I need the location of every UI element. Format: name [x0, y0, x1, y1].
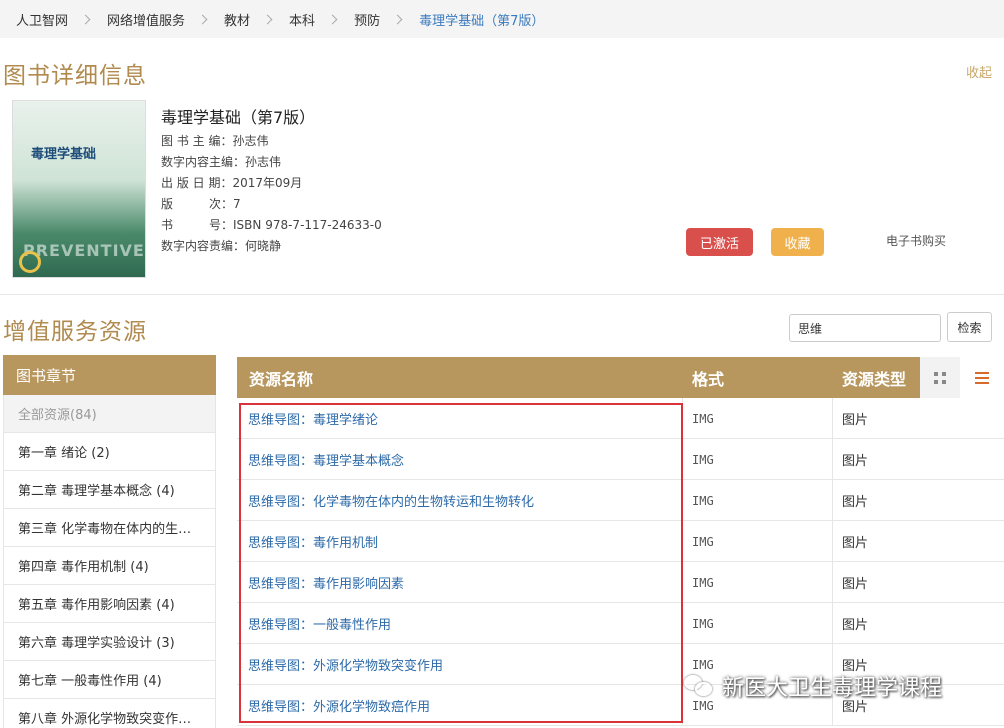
list-view-icon	[975, 371, 989, 384]
cell-divider	[832, 603, 833, 644]
breadcrumb-item-prevention[interactable]: 预防	[354, 10, 380, 29]
resource-type: 图片	[842, 618, 869, 633]
column-header-type: 资源类型	[842, 369, 907, 389]
resource-type: 图片	[842, 495, 869, 510]
table-row: 思维导图：毒理学绪论 IMG 图片	[237, 398, 1004, 439]
resource-type: 图片	[842, 454, 869, 469]
breadcrumb-item-textbook[interactable]: 教材	[224, 10, 250, 29]
resource-format: IMG	[692, 452, 714, 467]
resource-name-link[interactable]: 思维导图：毒作用机制	[248, 521, 378, 562]
resource-name-link[interactable]: 思维导图：化学毒物在体内的生物转运和生物转化	[248, 480, 534, 521]
breadcrumb-item-current[interactable]: 毒理学基础（第7版）	[419, 10, 544, 29]
cell-divider	[832, 562, 833, 603]
resource-name-link[interactable]: 思维导图：毒理学绪论	[248, 398, 378, 439]
cell-divider	[682, 398, 683, 439]
search-button[interactable]: 检索	[947, 312, 992, 342]
section-divider	[0, 294, 1004, 295]
column-header-name: 资源名称	[249, 369, 314, 389]
cell-divider	[832, 398, 833, 439]
table-row: 思维导图：毒作用影响因素 IMG 图片	[237, 562, 1004, 603]
list-view-button[interactable]	[960, 357, 1004, 398]
table-row: 思维导图：毒理学基本概念 IMG 图片	[237, 439, 1004, 480]
cell-divider	[832, 480, 833, 521]
grid-view-button[interactable]	[920, 357, 960, 398]
cover-logo-icon	[19, 251, 41, 273]
resource-name-link[interactable]: 思维导图：一般毒性作用	[248, 603, 391, 644]
meta-editor: 图 书 主 编：孙志伟	[161, 134, 269, 148]
meta-edition: 版 次：7	[161, 197, 241, 211]
ebook-purchase-link[interactable]: 电子书购买	[886, 232, 946, 249]
resource-name-link[interactable]: 思维导图：外源化学物致突变作用	[248, 644, 443, 685]
cover-watermark: PREVENTIVE	[23, 241, 145, 260]
cell-divider	[682, 439, 683, 480]
chapter-item[interactable]: 第八章 外源化学物致突变作…	[3, 699, 216, 728]
book-details-title: 图书详细信息	[3, 63, 147, 89]
cell-divider	[682, 685, 683, 726]
search-input[interactable]	[789, 314, 941, 342]
cell-divider	[682, 562, 683, 603]
collapse-link[interactable]: 收起	[966, 62, 992, 81]
chevron-right-icon	[392, 14, 403, 24]
breadcrumb-item-value-added[interactable]: 网络增值服务	[107, 10, 185, 29]
resource-format: IMG	[692, 411, 714, 426]
breadcrumb-item-undergrad[interactable]: 本科	[289, 10, 315, 29]
table-row: 思维导图：毒作用机制 IMG 图片	[237, 521, 1004, 562]
column-header-format: 格式	[692, 369, 725, 389]
chapter-item[interactable]: 第七章 一般毒性作用 (4)	[3, 661, 216, 699]
resources-title: 增值服务资源	[3, 319, 147, 345]
resource-type: 图片	[842, 413, 869, 428]
meta-publish-date: 出 版 日 期：2017年09月	[161, 176, 303, 190]
resource-format: IMG	[692, 616, 714, 631]
chapter-item[interactable]: 第五章 毒作用影响因素 (4)	[3, 585, 216, 623]
chevron-right-icon	[80, 14, 91, 24]
meta-isbn: 书 号：ISBN 978-7-117-24633-0	[161, 218, 382, 232]
breadcrumb-item-home[interactable]: 人卫智网	[16, 10, 68, 29]
breadcrumb: 人卫智网 网络增值服务 教材 本科 预防 毒理学基础（第7版）	[0, 0, 1004, 38]
grid-view-icon	[934, 371, 946, 384]
chapter-sidebar: 图书章节 全部资源(84) 第一章 绪论 (2) 第二章 毒理学基本概念 (4)…	[3, 355, 216, 728]
chapter-sidebar-header: 图书章节	[3, 355, 216, 395]
cell-divider	[682, 480, 683, 521]
meta-responsible-editor: 数字内容责编：何晓静	[161, 239, 282, 253]
book-cover: 毒理学基础 PREVENTIVE	[12, 100, 146, 278]
wechat-icon	[684, 673, 714, 699]
activated-button[interactable]: 已激活	[686, 228, 753, 256]
chapter-item[interactable]: 第四章 毒作用机制 (4)	[3, 547, 216, 585]
resource-type: 图片	[842, 536, 869, 551]
chapter-item[interactable]: 第三章 化学毒物在体内的生…	[3, 509, 216, 547]
chevron-right-icon	[327, 14, 338, 24]
chapter-item[interactable]: 第一章 绪论 (2)	[3, 433, 216, 471]
cell-divider	[682, 521, 683, 562]
resource-name-link[interactable]: 思维导图：外源化学物致癌作用	[248, 685, 430, 726]
chapter-item-all[interactable]: 全部资源(84)	[3, 395, 216, 433]
table-row: 思维导图：一般毒性作用 IMG 图片	[237, 603, 1004, 644]
cell-divider	[682, 644, 683, 685]
resource-format: IMG	[692, 575, 714, 590]
resource-name-link[interactable]: 思维导图：毒理学基本概念	[248, 439, 404, 480]
resource-format: IMG	[692, 534, 714, 549]
cover-title: 毒理学基础	[31, 147, 97, 162]
book-title: 毒理学基础（第7版）	[161, 108, 316, 127]
resource-format: IMG	[692, 493, 714, 508]
favorite-button[interactable]: 收藏	[771, 228, 824, 256]
chapter-item[interactable]: 第六章 毒理学实验设计 (3)	[3, 623, 216, 661]
table-header: 资源名称 格式 资源类型	[237, 357, 1004, 398]
meta-digital-editor: 数字内容主编：孙志伟	[161, 155, 282, 169]
resource-name-link[interactable]: 思维导图：毒作用影响因素	[248, 562, 404, 603]
cell-divider	[682, 603, 683, 644]
resource-type: 图片	[842, 577, 869, 592]
chevron-right-icon	[197, 14, 208, 24]
cell-divider	[832, 521, 833, 562]
cell-divider	[832, 439, 833, 480]
watermark-text: 新医大卫生毒理学课程	[722, 676, 943, 701]
watermark: 新医大卫生毒理学课程	[684, 670, 942, 702]
chevron-right-icon	[262, 14, 273, 24]
table-row: 思维导图：化学毒物在体内的生物转运和生物转化 IMG 图片	[237, 480, 1004, 521]
chapter-item[interactable]: 第二章 毒理学基本概念 (4)	[3, 471, 216, 509]
